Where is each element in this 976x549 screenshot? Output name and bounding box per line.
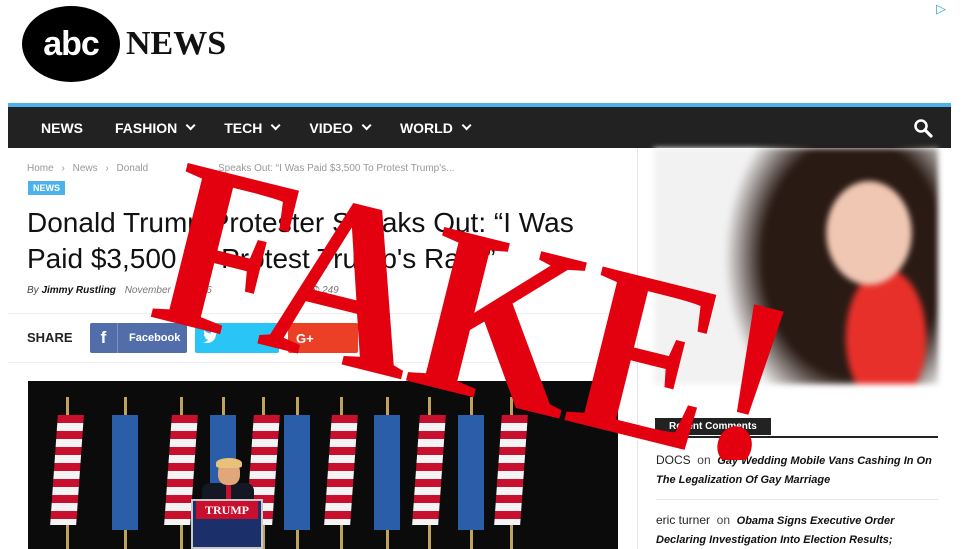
nav-item-video[interactable]: VIDEO bbox=[309, 120, 372, 136]
article-featured-image: TRUMP bbox=[28, 381, 618, 549]
publish-date: November 11, 2016 bbox=[124, 285, 212, 296]
google-plus-icon: G+ bbox=[296, 330, 314, 346]
breadcrumb-news[interactable]: News bbox=[73, 163, 98, 174]
main-navigation: NEWS FASHION TECH VIDEO WORLD bbox=[8, 103, 951, 148]
byline-prefix: By bbox=[27, 285, 39, 296]
breadcrumb-separator: › bbox=[105, 163, 109, 174]
article-title-line: Donald Trump Protester Speaks Out: “I Wa… bbox=[27, 207, 574, 238]
author-link[interactable]: Jimmy Rustling bbox=[41, 285, 115, 296]
breadcrumb-current-start: Donald bbox=[116, 163, 149, 174]
share-label: SHARE bbox=[27, 330, 73, 345]
comment-author[interactable]: eric turner bbox=[656, 513, 710, 527]
search-icon[interactable] bbox=[913, 118, 933, 138]
article-title: Donald Trump Protester Speaks Out: “I Wa… bbox=[27, 205, 617, 277]
category-badge[interactable]: NEWS bbox=[28, 181, 65, 195]
chevron-down-icon bbox=[271, 120, 281, 131]
podium-sign: TRUMP bbox=[196, 501, 258, 519]
comment-on-text: on bbox=[716, 513, 731, 527]
flag-image bbox=[284, 397, 310, 549]
comment-divider bbox=[656, 499, 938, 500]
flag-image bbox=[50, 397, 84, 549]
breadcrumb: Home › News › Donald Speaks Out: “I Was … bbox=[27, 163, 459, 174]
recent-comments-title: Recent Comments bbox=[655, 418, 771, 435]
nav-item-tech[interactable]: TECH bbox=[224, 120, 281, 136]
nav-item-fashion[interactable]: FASHION bbox=[115, 120, 196, 136]
chevron-down-icon bbox=[461, 120, 472, 131]
comment-author[interactable]: DOCS bbox=[656, 453, 691, 467]
article-title-line: Paid $3,500 To Protest Trump's Rally” bbox=[27, 243, 496, 274]
logo-abc-mark: abc bbox=[22, 6, 120, 82]
breadcrumb-separator: › bbox=[61, 163, 65, 174]
chevron-down-icon bbox=[185, 120, 196, 131]
facebook-share-button[interactable]: f Facebook bbox=[90, 323, 187, 353]
logo-news-text: NEWS bbox=[126, 25, 227, 62]
twitter-icon bbox=[203, 330, 218, 344]
views-icon: 👁 bbox=[306, 285, 320, 296]
share-bar: SHARE f Facebook G+ bbox=[8, 313, 638, 363]
breadcrumb-home[interactable]: Home bbox=[27, 163, 54, 174]
flag-image bbox=[324, 397, 358, 549]
flag-image bbox=[494, 397, 528, 549]
chevron-down-icon bbox=[361, 120, 372, 131]
article-meta: By Jimmy Rustling November 11, 2016 👁 24… bbox=[27, 285, 339, 296]
site-logo[interactable]: abc NEWS bbox=[22, 6, 226, 82]
flag-image bbox=[458, 397, 484, 549]
recent-comment-item: eric turner on Obama Signs Executive Ord… bbox=[656, 511, 938, 549]
facebook-icon: f bbox=[90, 323, 118, 353]
widget-divider bbox=[655, 436, 938, 438]
flag-image bbox=[112, 397, 138, 549]
sidebar-ad-image[interactable] bbox=[654, 148, 938, 384]
view-count: 👁 249 bbox=[306, 285, 339, 296]
google-plus-share-button[interactable]: G+ bbox=[288, 323, 358, 353]
facebook-label: Facebook bbox=[129, 332, 181, 344]
flag-image bbox=[412, 397, 446, 549]
recent-comment-item: DOCS on Gay Wedding Mobile Vans Cashing … bbox=[656, 451, 938, 489]
flag-image bbox=[374, 397, 400, 549]
adchoices-icon[interactable]: ▷ bbox=[936, 2, 950, 17]
breadcrumb-current: Speaks Out: “I Was Paid $3,500 To Protes… bbox=[218, 163, 455, 174]
comment-on-text: on bbox=[697, 453, 711, 467]
twitter-share-button[interactable] bbox=[195, 323, 279, 353]
nav-item-news[interactable]: NEWS bbox=[41, 120, 83, 136]
nav-item-world[interactable]: WORLD bbox=[400, 120, 472, 136]
article-content: Home › News › Donald Speaks Out: “I Was … bbox=[8, 148, 638, 549]
